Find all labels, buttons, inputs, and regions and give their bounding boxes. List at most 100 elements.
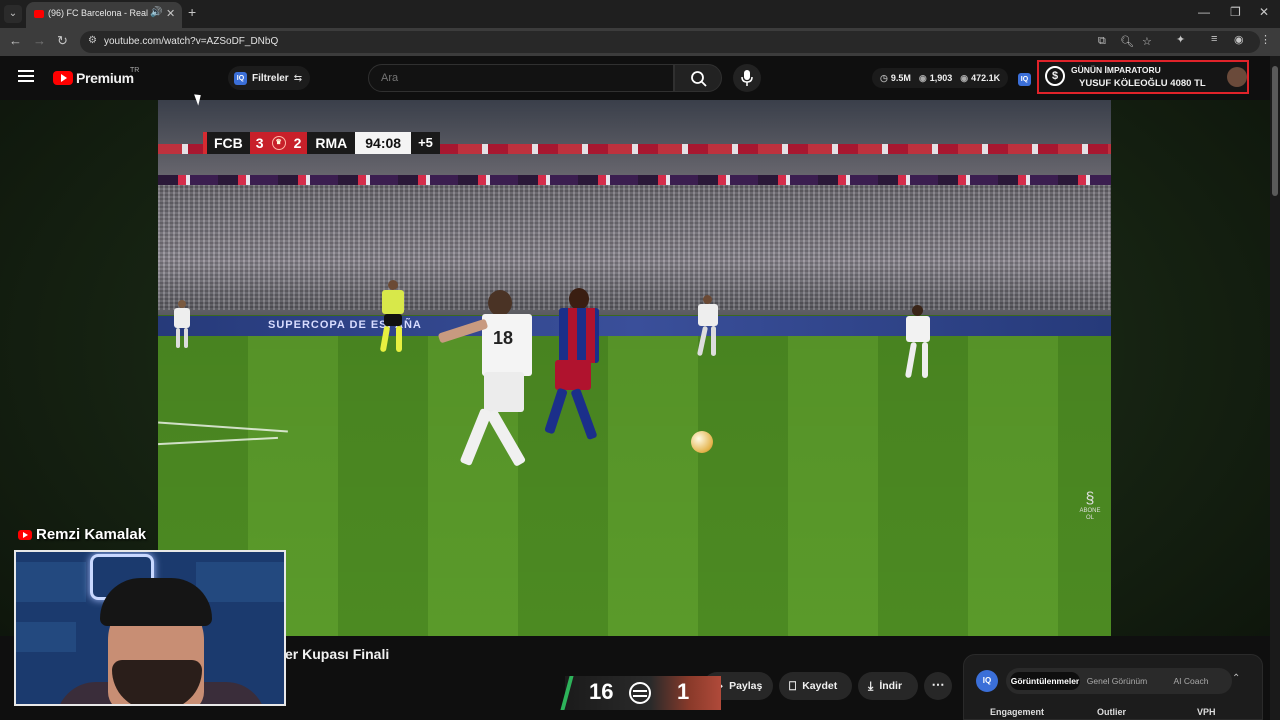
score-box: 3 ♛ 2 bbox=[249, 132, 308, 154]
new-tab-button[interactable]: + bbox=[188, 4, 196, 20]
pitch-adboard: SUPERCOPA DE ESPAÑA bbox=[158, 316, 1111, 336]
streamer-name: Remzi Kamalak bbox=[36, 526, 147, 543]
logo-country: TR bbox=[130, 67, 140, 74]
overlay-logo-icon bbox=[629, 682, 651, 704]
zoom-icon[interactable]: 🔍︎ bbox=[1120, 35, 1134, 48]
subscribe-logo-icon: § bbox=[1085, 490, 1095, 507]
speaker-icon[interactable]: 🔊 bbox=[150, 7, 162, 18]
stat-likes-value: 1,903 bbox=[929, 73, 953, 83]
tab-goruntulenmeler[interactable]: Görüntülenmeler bbox=[1010, 672, 1080, 690]
youtube-icon bbox=[18, 529, 32, 540]
video-player[interactable]: SUPERCOPA DE ESPAÑA 18 FCB 3 ♛ 2 RMA 94:… bbox=[158, 100, 1111, 636]
home-team: FCB bbox=[207, 132, 250, 154]
column-engagement: Engagement bbox=[990, 707, 1045, 717]
stat-likes: ◉ 1,903 bbox=[919, 73, 952, 84]
bookmark-star-icon[interactable]: ☆ bbox=[1142, 35, 1152, 48]
tab-genel-gorunum[interactable]: Genel Görünüm bbox=[1082, 672, 1152, 690]
scrollbar-thumb[interactable] bbox=[1272, 66, 1278, 196]
watermark-line-1: ABONE bbox=[1079, 508, 1101, 514]
url-text[interactable]: youtube.com/watch?v=AZSoDF_DNbQ bbox=[104, 36, 278, 47]
watermark-line-2: OL bbox=[1085, 515, 1094, 521]
reload-icon[interactable]: ↻ bbox=[57, 33, 68, 49]
download-icon: ⤓ bbox=[868, 678, 874, 693]
stream-score-overlay: 16 1 bbox=[560, 676, 721, 710]
match-clock: 94:08 bbox=[355, 132, 412, 154]
crowd bbox=[158, 185, 1111, 310]
subscribe-watermark[interactable]: § ABONE OL bbox=[1075, 490, 1105, 522]
video-title: er Kupası Finali bbox=[285, 646, 390, 662]
share-label: Paylaş bbox=[729, 680, 763, 692]
extensions-icon[interactable]: ✦ bbox=[1176, 33, 1185, 46]
download-button[interactable]: ⤓ İndir bbox=[858, 672, 918, 700]
away-team: RMA bbox=[307, 132, 356, 154]
microphone-icon bbox=[741, 70, 753, 86]
away-goals: 2 bbox=[293, 135, 302, 151]
dollar-coin-icon: $ bbox=[1045, 66, 1065, 86]
column-vph: VPH bbox=[1197, 707, 1216, 717]
iq-icon: IQ bbox=[234, 71, 247, 85]
streamer-hair bbox=[100, 578, 212, 626]
tab-close-icon[interactable]: ✕ bbox=[166, 7, 175, 20]
more-options-icon[interactable]: ⋯ bbox=[924, 672, 952, 700]
window-close-icon[interactable]: ✕ bbox=[1259, 5, 1269, 19]
youtube-header: Premium TR IQ Filtreler ⇆ ◷9.5M ◉1,903 ◉… bbox=[0, 56, 1270, 100]
column-outlier: Outlier bbox=[1097, 707, 1127, 717]
scoreboard: FCB 3 ♛ 2 RMA 94:08 +5 bbox=[203, 132, 440, 154]
tab-search-icon[interactable]: ⌄ bbox=[4, 5, 22, 23]
site-info-icon[interactable]: ⚙ bbox=[88, 35, 97, 46]
browser-toolbar: ← → ↻ ⚙ youtube.com/watch?v=AZSoDF_DNbQ … bbox=[0, 28, 1280, 56]
pitch-shade bbox=[158, 336, 1111, 636]
page-scrollbar[interactable] bbox=[1270, 56, 1280, 720]
search-button[interactable] bbox=[674, 64, 722, 92]
stat-watching: ◉ 472.1K bbox=[960, 73, 1000, 84]
promo-line-2: YUSUF KÖLEOĞLU 4080 TL bbox=[1079, 78, 1206, 89]
video-stats: ◷ 9.5M ◉ 1,903 ◉ 472.1K bbox=[872, 68, 1009, 88]
clock-icon: ◷ bbox=[880, 72, 888, 83]
added-time: +5 bbox=[411, 132, 440, 154]
install-app-icon[interactable]: ⧉ bbox=[1098, 35, 1106, 48]
back-icon[interactable]: ← bbox=[9, 33, 22, 48]
overlay-left-score: 16 bbox=[589, 679, 614, 704]
youtube-logo-icon[interactable] bbox=[53, 71, 73, 85]
minimize-icon[interactable]: — bbox=[1198, 5, 1210, 19]
voice-search-button[interactable] bbox=[733, 64, 761, 92]
promo-line-1: GÜNÜN İMPARATORU bbox=[1071, 65, 1161, 75]
eye-icon: ◉ bbox=[918, 72, 927, 83]
cam-shelf bbox=[16, 562, 86, 602]
viewers-icon: ◉ bbox=[960, 72, 969, 83]
search-input[interactable] bbox=[381, 72, 661, 84]
player-number: 18 bbox=[493, 328, 514, 348]
home-goals: 3 bbox=[255, 135, 264, 151]
media-controls-icon[interactable]: ≡ bbox=[1211, 33, 1217, 45]
football bbox=[691, 431, 713, 453]
address-bar[interactable]: ⚙ youtube.com/watch?v=AZSoDF_DNbQ ⧉ 🔍︎ ☆ bbox=[80, 31, 1260, 53]
logo-text[interactable]: Premium bbox=[76, 70, 134, 86]
filters-button[interactable]: IQ Filtreler ⇆ bbox=[228, 66, 311, 90]
youtube-favicon-icon bbox=[34, 10, 44, 18]
iq-logo-icon: IQ bbox=[976, 670, 998, 692]
led-board-lower bbox=[158, 175, 1111, 185]
menu-icon[interactable] bbox=[18, 70, 34, 82]
stat-views: ◷ 9.5M bbox=[880, 73, 911, 84]
chevron-up-icon[interactable]: ⌃ bbox=[1232, 673, 1240, 684]
browser-menu-icon[interactable]: ⋮ bbox=[1260, 33, 1271, 46]
search-icon bbox=[691, 71, 707, 87]
iq-tab-group: Görüntülenmeler Genel Görünüm AI Coach bbox=[1006, 668, 1232, 694]
download-label: İndir bbox=[879, 680, 903, 692]
overlay-right-score: 1 bbox=[677, 679, 690, 704]
promo-avatar bbox=[1227, 67, 1247, 87]
browser-tab[interactable]: (96) FC Barcelona - Real Ma 🔊 ✕ bbox=[26, 2, 182, 28]
save-button[interactable]: ⎕ Kaydet bbox=[779, 672, 852, 700]
iq-extension-icon[interactable]: IQ bbox=[1018, 73, 1031, 86]
bookmark-icon: ⎕ bbox=[789, 678, 797, 693]
tab-title: (96) FC Barcelona - Real Ma bbox=[48, 8, 148, 18]
restore-icon[interactable]: ❐ bbox=[1230, 5, 1241, 19]
search-box[interactable] bbox=[368, 64, 674, 92]
profile-icon[interactable]: ◉ bbox=[1234, 33, 1244, 46]
tab-ai-coach[interactable]: AI Coach bbox=[1156, 672, 1226, 690]
stat-views-value: 9.5M bbox=[890, 73, 911, 83]
forward-icon[interactable]: → bbox=[33, 33, 46, 48]
streamer-name-tag: Remzi Kamalak bbox=[18, 526, 146, 543]
browser-tab-bar: ⌄ (96) FC Barcelona - Real Ma 🔊 ✕ + — ❐ … bbox=[0, 0, 1280, 28]
iq-analytics-panel: IQ Görüntülenmeler Genel Görünüm AI Coac… bbox=[963, 654, 1263, 720]
